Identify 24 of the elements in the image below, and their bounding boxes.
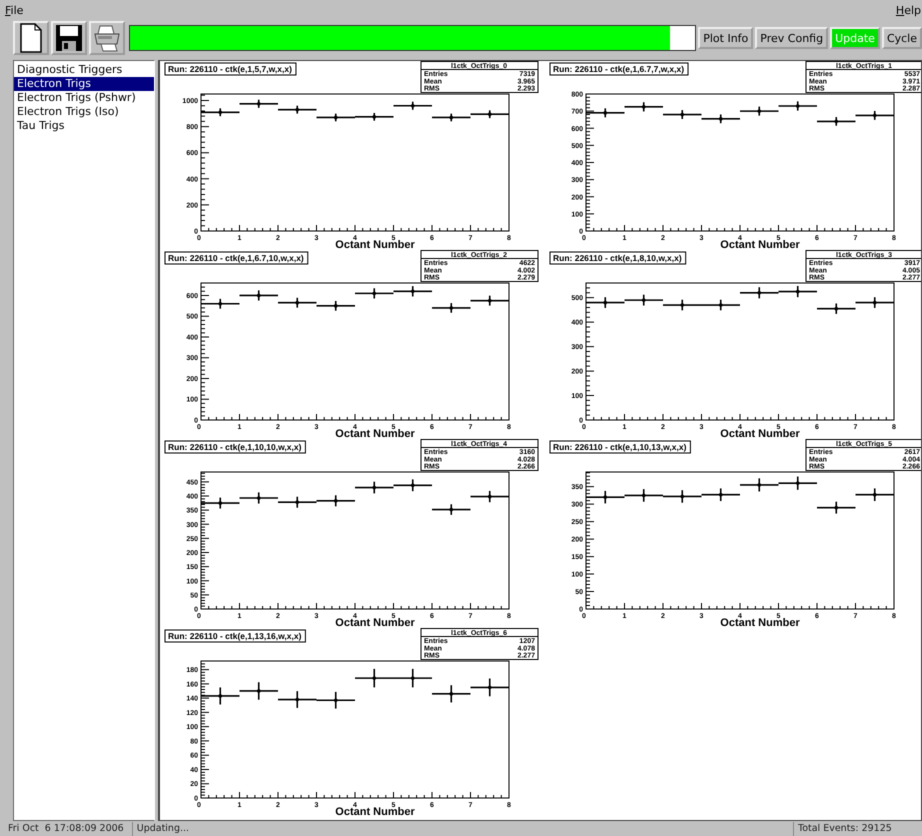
plot-title: Run: 226110 - ctk(e,1,8,10,w,x,x) — [550, 252, 686, 264]
axis-title: Octant Number — [335, 239, 415, 250]
plot-title: Run: 226110 - ctk(e,1,6.7,10,w,x,x) — [164, 252, 308, 264]
chart-title: Run: 226110 - ctk(e,1,13,16,w,x,x) — [168, 631, 302, 641]
axis-title: Octant Number — [720, 239, 800, 250]
status-text: Fri Oct 6 17:08:09 2006 — [7, 822, 125, 836]
chart-title: Run: 226110 - ctk(e,1,8,10,w,x,x) — [553, 253, 682, 263]
plot-title: Run: 226110 - ctk(e,1,10,10,w,x,x) — [164, 440, 306, 454]
chart-title: Run: 226110 - ctk(e,1,6.7,10,w,x,x) — [168, 253, 304, 263]
plot-title: Run: 226110 - ctk(e,1,5,7,w,x,x) — [164, 62, 296, 76]
chart-title: Run: 226110 - ctk(e,1,10,10,w,x,x) — [168, 442, 302, 452]
chart-title: Run: 226110 - ctk(e,1,6.7,7,w,x,x) — [553, 64, 684, 74]
status-text: Total Events: 29125 — [793, 822, 922, 836]
axis-title: Octant Number — [720, 617, 800, 628]
chart-title: Run: 226110 - ctk(e,1,5,7,w,x,x) — [168, 64, 292, 74]
axis-title: Octant Number — [335, 428, 415, 439]
plot-title: Run: 226110 - ctk(e,1,6.7,7,w,x,x) — [550, 62, 689, 76]
status-text: Updating... — [132, 822, 789, 836]
chart-title: Run: 226110 - ctk(e,1,10,13,w,x,x) — [553, 442, 687, 452]
plot-title: Run: 226110 - ctk(e,1,10,13,w,x,x) — [550, 440, 691, 454]
axis-title: Octant Number — [720, 428, 800, 439]
plot-title: Run: 226110 - ctk(e,1,13,16,w,x,x) — [164, 630, 306, 642]
axis-title: Octant Number — [335, 617, 415, 628]
axis-title: Octant Number — [335, 806, 415, 817]
